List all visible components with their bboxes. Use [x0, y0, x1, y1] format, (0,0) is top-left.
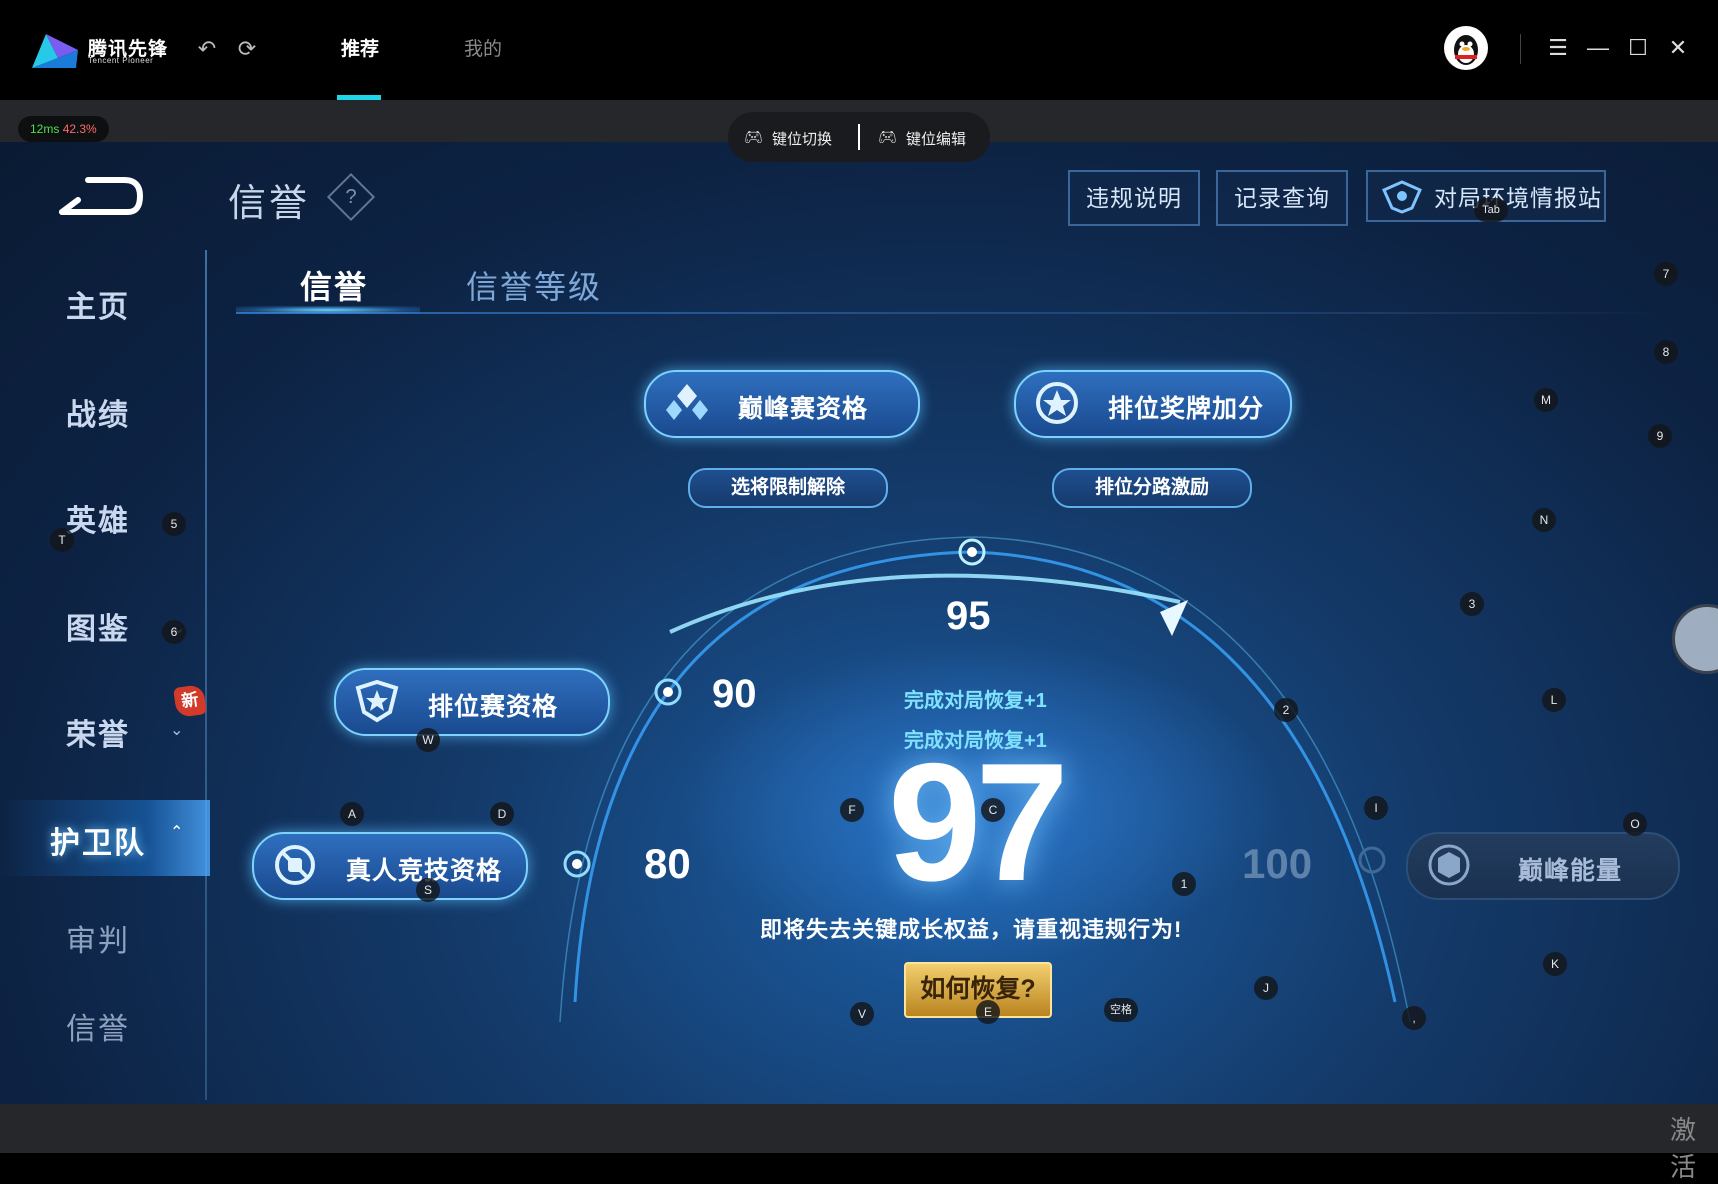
key-comma: , [1402, 1006, 1426, 1030]
tab-divider [236, 312, 1666, 314]
record-query-button[interactable]: 记录查询 [1216, 170, 1348, 226]
tencent-pioneer-logo-icon [32, 34, 78, 68]
key-f: F [840, 798, 864, 822]
sidebar-item-honor[interactable]: 荣誉 [0, 710, 196, 754]
key-v: V [850, 1002, 874, 1026]
game-screen: 主页 战绩 英雄 图鉴 ⌄ 荣誉 新 ⌄ 护卫队 ⌃ 审判 信誉 信誉 ? 违规… [0, 142, 1718, 1104]
stream-bottom-bar [0, 1104, 1718, 1153]
sidebar-item-credit[interactable]: 信誉 [0, 1004, 196, 1048]
keybar-divider [858, 124, 860, 150]
credit-score: 97 [888, 728, 1069, 916]
undo-icon[interactable]: ↶ [194, 36, 220, 62]
key-c: C [981, 798, 1005, 822]
titlebar-divider [1520, 34, 1521, 64]
key-n: N [1532, 508, 1556, 532]
key-2: 2 [1274, 698, 1298, 722]
app-titlebar: 腾讯先锋 Tencent Pioneer ↶ ⟳ 推荐 我的 ☰ — ☐ ✕ [0, 0, 1718, 100]
network-stats: 12ms 42.3% [18, 116, 109, 142]
page-title: 信誉 [228, 183, 311, 225]
peak-diamond-icon [666, 384, 708, 420]
recover-hint-1: 完成对局恢复+1 [904, 690, 1047, 712]
star-shield-icon [355, 679, 399, 723]
real-person-competition-qualification[interactable]: 真人竞技资格 [252, 832, 528, 900]
ranked-match-label: 排位赛资格 [428, 693, 559, 721]
key-k: K [1543, 952, 1567, 976]
peak-energy[interactable]: 巅峰能量 [1406, 832, 1680, 900]
refresh-icon[interactable]: ⟳ [234, 36, 260, 62]
key-tab: Tab [1474, 198, 1508, 222]
latency-value: 12ms [30, 122, 60, 136]
qq-penguin-icon [1454, 35, 1478, 65]
key-m: M [1534, 388, 1558, 412]
key-o: O [1623, 812, 1647, 836]
gamepad-edit-icon: 🎮︎ [878, 129, 898, 146]
key-9: 9 [1648, 424, 1672, 448]
key-l: L [1542, 688, 1566, 712]
threshold-80: 80 [644, 840, 691, 887]
key-w: W [416, 728, 440, 752]
gamepad-icon: 🎮︎ [744, 129, 764, 146]
tab-credit-level[interactable]: 信誉等级 [466, 262, 602, 308]
match-environment-label: 对局环境情报站 [1434, 185, 1602, 211]
peak-energy-label: 巅峰能量 [1518, 857, 1623, 885]
gauge-arc-graphic [559, 536, 1411, 1023]
maximize-icon[interactable]: ☐ [1624, 34, 1652, 62]
activation-watermark: 激活 [1670, 1115, 1697, 1182]
star-medal-icon [1036, 382, 1078, 424]
key-edit-button[interactable]: 键位编辑 [906, 128, 966, 149]
key-d: D [490, 802, 514, 826]
key-5: 5 [162, 512, 186, 536]
user-avatar[interactable] [1444, 26, 1488, 70]
back-arrow-icon[interactable] [58, 172, 144, 218]
keymap-toolbar: 🎮︎ 键位切换 🎮︎ 键位编辑 [728, 112, 990, 162]
threshold-95: 95 [946, 594, 991, 638]
threshold-90: 90 [712, 672, 757, 716]
rank-medal-bonus[interactable]: 排位奖牌加分 [1014, 370, 1292, 438]
energy-cube-icon [1428, 844, 1470, 886]
sidebar-item-home[interactable]: 主页 [0, 282, 196, 326]
key-t: T [50, 528, 74, 552]
app-name-sub: Tencent Pioneer [88, 56, 154, 65]
tab-credit[interactable]: 信誉 [300, 262, 368, 308]
rank-medal-label: 排位奖牌加分 [1108, 395, 1265, 423]
ranked-match-qualification[interactable]: 排位赛资格 [334, 668, 610, 736]
hero-pick-unlock-badge: 选将限制解除 [688, 468, 888, 508]
key-j: J [1254, 976, 1278, 1000]
tab-recommend[interactable]: 推荐 [341, 34, 379, 61]
key-a: A [340, 802, 364, 826]
loss-value: 42.3% [62, 122, 97, 136]
chevron-down-icon: ⌄ [170, 722, 184, 739]
key-6: 6 [162, 620, 186, 644]
sidebar-item-record[interactable]: 战绩 [0, 390, 196, 434]
no-robot-icon [275, 845, 315, 885]
minimize-icon[interactable]: — [1584, 34, 1612, 62]
close-icon[interactable]: ✕ [1664, 34, 1692, 62]
key-switch-button[interactable]: 键位切换 [772, 128, 832, 149]
key-8: 8 [1654, 340, 1678, 364]
key-1: 1 [1172, 872, 1196, 896]
tab-mine[interactable]: 我的 [464, 34, 502, 61]
key-s: S [416, 878, 440, 902]
threshold-100: 100 [1242, 840, 1313, 887]
peak-match-qualification[interactable]: 巅峰赛资格 [644, 370, 920, 438]
sidebar-item-guard[interactable]: 护卫队 [0, 818, 196, 862]
key-i: I [1364, 796, 1388, 820]
rank-lane-incentive-badge: 排位分路激励 [1052, 468, 1252, 508]
key-e: E [976, 1000, 1000, 1024]
key-space: 空格 [1104, 998, 1138, 1022]
sidebar-item-judge[interactable]: 审判 [0, 916, 196, 960]
peak-match-label: 巅峰赛资格 [738, 395, 869, 423]
key-7: 7 [1654, 262, 1678, 286]
sidebar-rail [205, 250, 207, 1100]
active-tab-glow [236, 306, 420, 314]
key-3: 3 [1460, 592, 1484, 616]
chevron-up-icon: ⌃ [170, 824, 184, 841]
warning-message: 即将失去关键成长权益，请重视违规行为! [760, 917, 1183, 942]
eagle-shield-icon [1382, 180, 1422, 214]
menu-icon[interactable]: ☰ [1544, 34, 1572, 62]
violation-info-button[interactable]: 违规说明 [1068, 170, 1200, 226]
